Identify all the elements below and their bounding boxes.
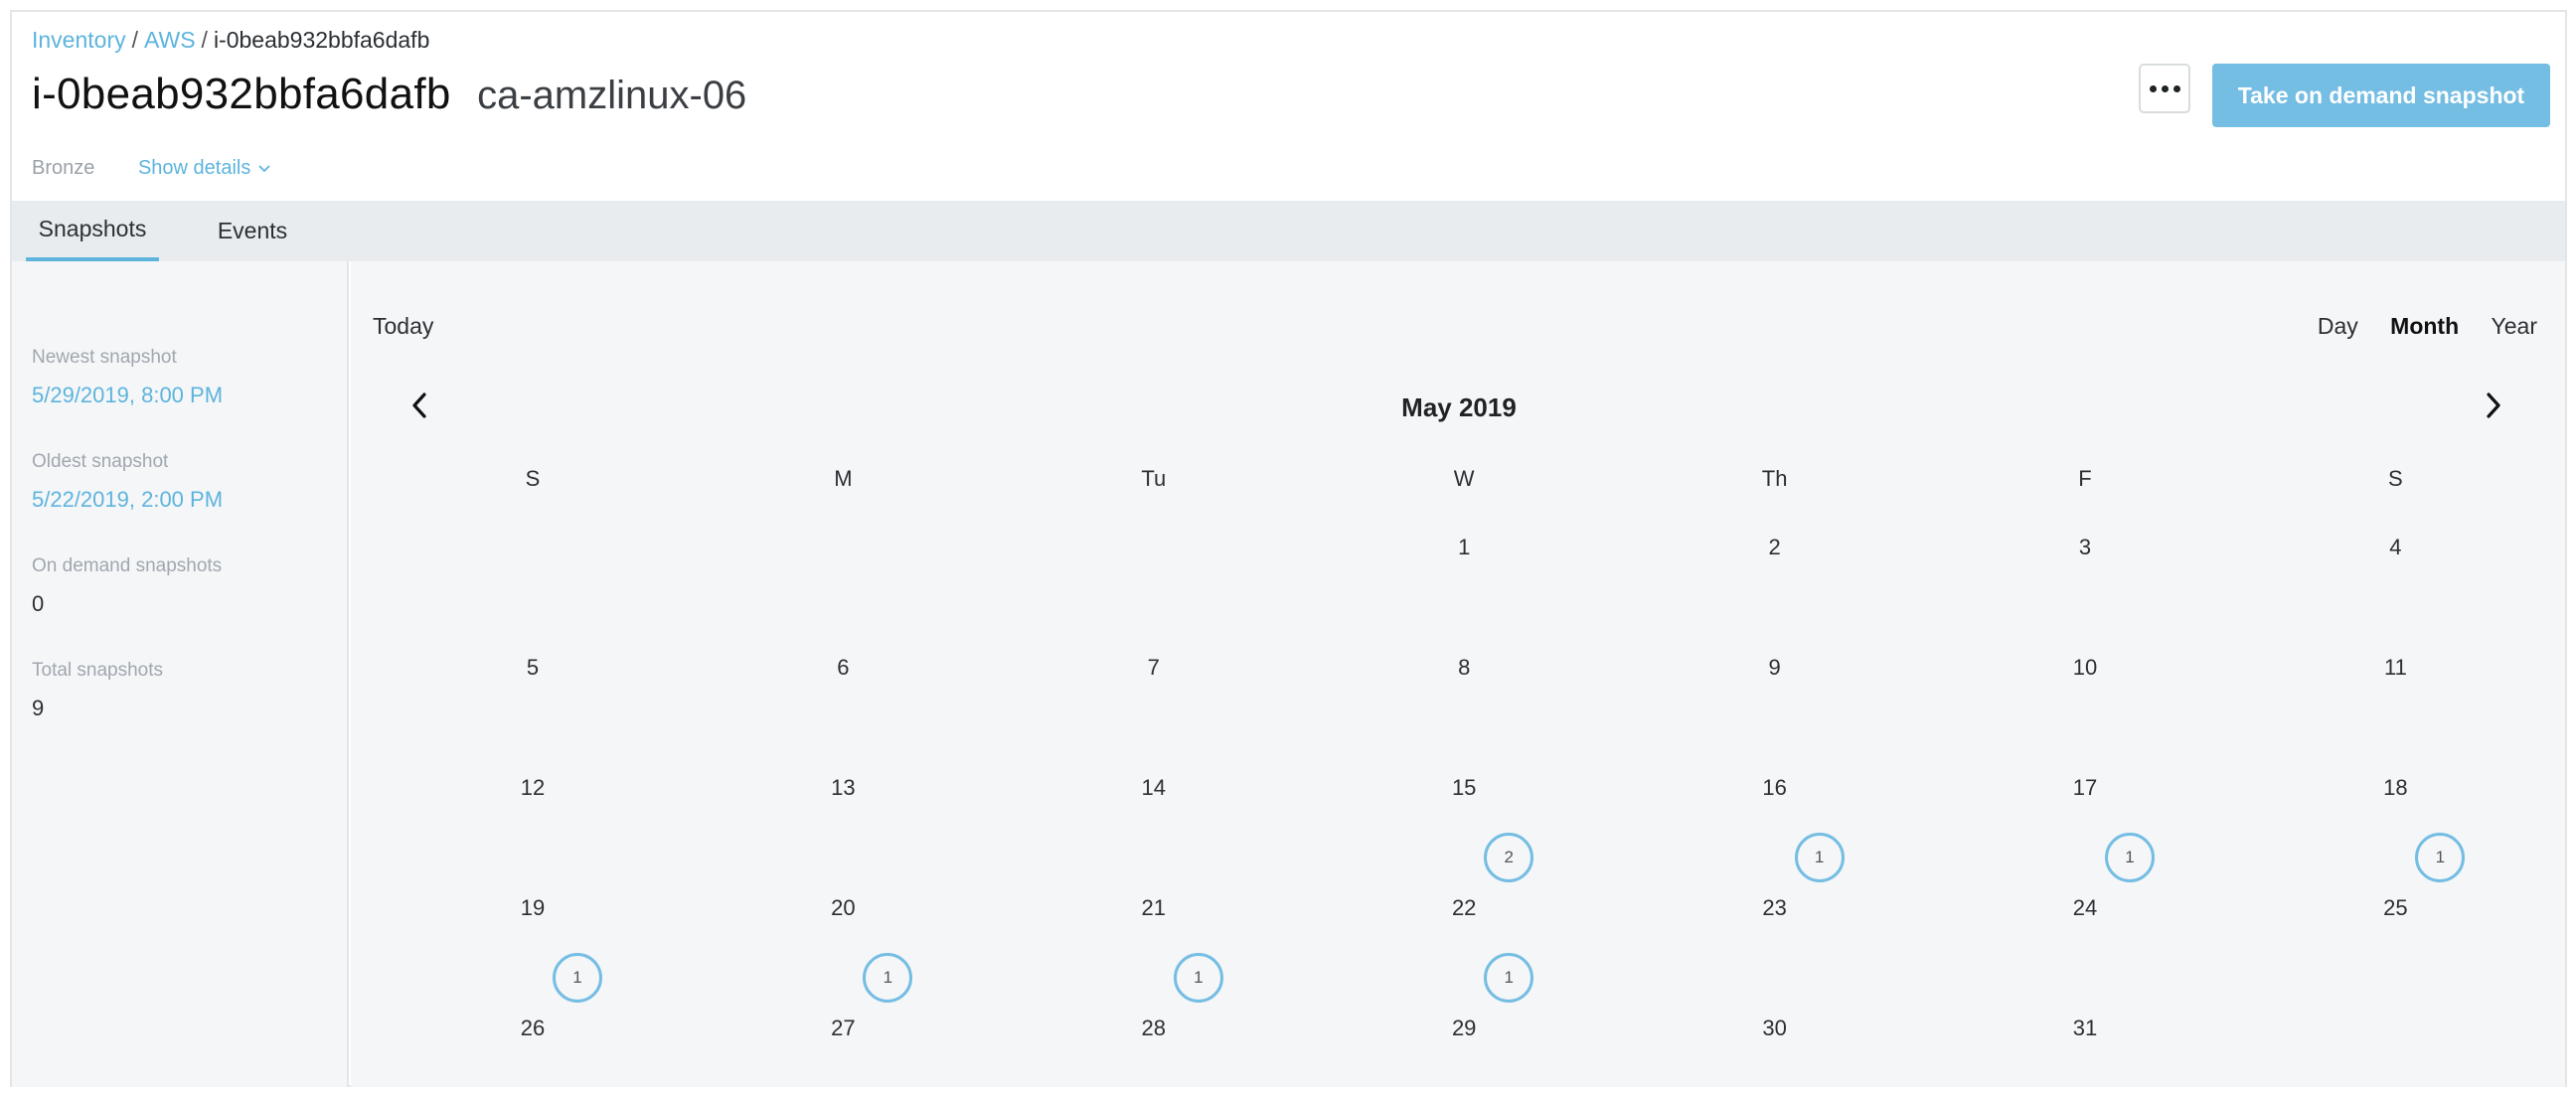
- ondemand-snapshots-value: 0: [32, 591, 45, 616]
- calendar-day[interactable]: 23: [1715, 895, 1835, 921]
- calendar-day[interactable]: 27: [783, 1016, 902, 1041]
- calendar-day[interactable]: 5: [473, 655, 592, 681]
- calendar-day[interactable]: 26: [473, 1016, 592, 1041]
- calendar-day[interactable]: 31: [2025, 1016, 2145, 1041]
- take-snapshot-button[interactable]: Take on demand snapshot: [2212, 64, 2550, 127]
- weekday-header: S: [2388, 466, 2403, 491]
- calendar-day[interactable]: 29: [1404, 1016, 1524, 1041]
- tier-label: Bronze: [32, 157, 95, 179]
- calendar-day[interactable]: 17: [2025, 775, 2145, 801]
- more-dots-icon: [2161, 84, 2169, 92]
- breadcrumb-separator: /: [131, 27, 138, 53]
- show-details-label: Show details: [137, 157, 251, 179]
- calendar-day[interactable]: 24: [2025, 895, 2145, 921]
- tab-snapshots[interactable]: Snapshots: [26, 201, 159, 261]
- weekday-header: W: [1453, 466, 1475, 491]
- calendar-day[interactable]: 22: [1404, 895, 1524, 921]
- calendar-day[interactable]: 14: [1094, 775, 1213, 801]
- oldest-snapshot-stat: Oldest snapshot 5/22/2019, 2:00 PM: [32, 451, 223, 513]
- calendar-day[interactable]: 19: [473, 895, 592, 921]
- calendar-day[interactable]: 8: [1404, 655, 1524, 681]
- snapshot-count-badge[interactable]: 1: [863, 953, 913, 1003]
- chevron-right-icon: [2487, 392, 2500, 418]
- calendar-day[interactable]: 30: [1715, 1016, 1835, 1041]
- instance-meta: Bronze Show details: [32, 157, 270, 180]
- view-year-button[interactable]: Year: [2492, 313, 2537, 339]
- weekday-header: S: [525, 466, 541, 491]
- tab-bar: Snapshots Events: [12, 201, 2565, 261]
- ondemand-snapshots-label: On demand snapshots: [32, 555, 223, 576]
- breadcrumb-current: i-0beab932bbfa6dafb: [213, 27, 430, 53]
- snapshot-count-badge[interactable]: 1: [1794, 833, 1845, 882]
- more-dots-icon: [2149, 84, 2157, 92]
- more-dots-icon: [2173, 84, 2180, 92]
- oldest-snapshot-label: Oldest snapshot: [32, 451, 169, 472]
- month-label: May 2019: [1401, 392, 1517, 422]
- breadcrumb-aws-link[interactable]: AWS: [144, 27, 196, 53]
- calendar-day[interactable]: 21: [1094, 895, 1213, 921]
- breadcrumb-separator: /: [201, 27, 208, 53]
- breadcrumb-inventory-link[interactable]: Inventory: [32, 27, 126, 53]
- newest-snapshot-stat: Newest snapshot 5/29/2019, 8:00 PM: [32, 347, 223, 408]
- weekday-header: M: [834, 466, 853, 491]
- weekday-header: Th: [1761, 466, 1788, 491]
- calendar-day[interactable]: 7: [1094, 655, 1213, 681]
- calendar-day[interactable]: 16: [1715, 775, 1835, 801]
- oldest-snapshot-link[interactable]: 5/22/2019, 2:00 PM: [32, 487, 223, 513]
- calendar-panel: Today Day Month Year May 2019 S M Tu W Th F S 1…: [351, 261, 2565, 1087]
- newest-snapshot-link[interactable]: 5/29/2019, 8:00 PM: [32, 383, 223, 408]
- view-day-button[interactable]: Day: [2318, 313, 2358, 339]
- calendar-day[interactable]: 25: [2335, 895, 2455, 921]
- instance-name: ca-amzlinux-06: [477, 74, 747, 117]
- snapshot-count-badge[interactable]: 1: [2105, 833, 2155, 882]
- instance-id-title: i-0beab932bbfa6dafb: [32, 70, 451, 118]
- today-button[interactable]: Today: [373, 313, 433, 340]
- next-month-button[interactable]: [2481, 391, 2506, 420]
- calendar-day[interactable]: 10: [2025, 655, 2145, 681]
- calendar-day[interactable]: 6: [783, 655, 902, 681]
- calendar-day[interactable]: 28: [1094, 1016, 1213, 1041]
- chevron-down-icon: [258, 164, 270, 172]
- calendar-day[interactable]: 4: [2335, 535, 2455, 560]
- calendar-day[interactable]: 11: [2335, 655, 2455, 681]
- ondemand-snapshots-stat: On demand snapshots 0: [32, 555, 222, 617]
- calendar-day[interactable]: 12: [473, 775, 592, 801]
- view-month-button[interactable]: Month: [2390, 313, 2459, 339]
- snapshot-count-badge[interactable]: 1: [1173, 953, 1223, 1003]
- tab-events[interactable]: Events: [197, 201, 308, 261]
- calendar-day[interactable]: 15: [1404, 775, 1524, 801]
- breadcrumb: Inventory / AWS / i-0beab932bbfa6dafb: [32, 27, 429, 54]
- calendar-day[interactable]: 2: [1715, 535, 1835, 560]
- calendar-day[interactable]: 20: [783, 895, 902, 921]
- newest-snapshot-label: Newest snapshot: [32, 347, 177, 368]
- more-options-button[interactable]: [2139, 64, 2190, 113]
- snapshot-count-badge[interactable]: 1: [553, 953, 602, 1003]
- calendar-day[interactable]: 3: [2025, 535, 2145, 560]
- total-snapshots-value: 9: [32, 696, 45, 720]
- total-snapshots-stat: Total snapshots 9: [32, 660, 163, 721]
- calendar-day[interactable]: 1: [1404, 535, 1524, 560]
- snapshot-count-badge[interactable]: 1: [2415, 833, 2466, 882]
- calendar-day[interactable]: 13: [783, 775, 902, 801]
- weekday-header: F: [2078, 466, 2092, 491]
- page-title: i-0beab932bbfa6dafb ca-amzlinux-06: [32, 70, 746, 119]
- page-frame: Inventory / AWS / i-0beab932bbfa6dafb i-0bea…: [10, 10, 2567, 1087]
- calendar-day[interactable]: 18: [2335, 775, 2455, 801]
- view-switcher: Day Month Year: [2292, 313, 2537, 340]
- calendar-day[interactable]: 9: [1715, 655, 1835, 681]
- snapshot-count-badge[interactable]: 1: [1484, 953, 1534, 1003]
- snapshot-count-badge[interactable]: 2: [1484, 833, 1534, 882]
- snapshot-summary-sidebar: Newest snapshot 5/29/2019, 8:00 PM Oldes…: [12, 261, 349, 1087]
- weekday-header: Tu: [1141, 466, 1167, 491]
- show-details-toggle[interactable]: Show details: [138, 157, 270, 180]
- total-snapshots-label: Total snapshots: [32, 660, 164, 681]
